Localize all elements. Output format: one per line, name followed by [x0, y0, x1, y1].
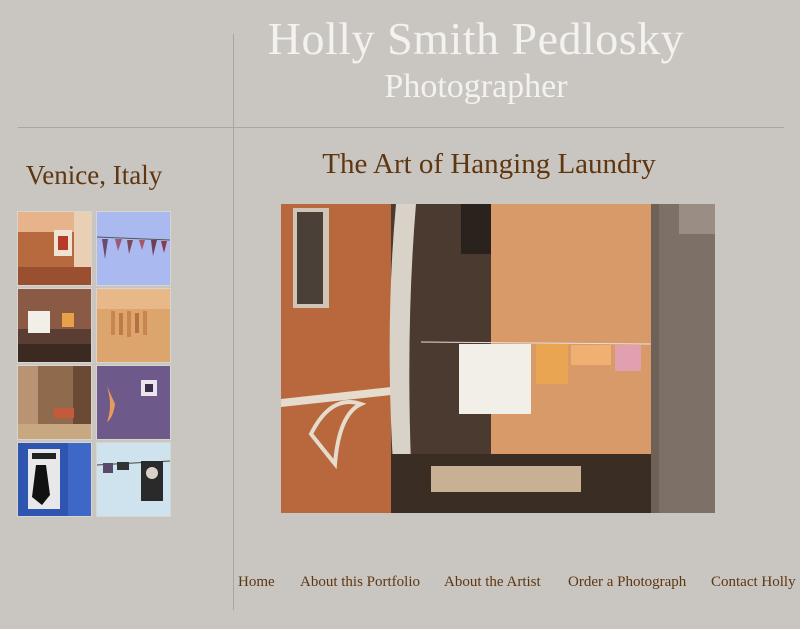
- nav-about-artist-link[interactable]: About the Artist: [444, 574, 541, 591]
- shrine-wall-image: [18, 212, 91, 285]
- nav-about-portfolio-link[interactable]: About this Portfolio: [300, 574, 420, 591]
- thumbnail-1[interactable]: [18, 212, 91, 285]
- thumbnail-6[interactable]: [97, 366, 170, 439]
- nav-home-link[interactable]: Home: [238, 574, 275, 591]
- thumbnail-8[interactable]: [96, 443, 171, 516]
- thumbnail-7[interactable]: [18, 443, 91, 516]
- horizontal-divider: [18, 127, 784, 128]
- footer-nav: Home About this Portfolio About the Arti…: [0, 574, 800, 596]
- laundry-sky-image: [96, 212, 171, 285]
- elvis-poster-image: [18, 443, 91, 516]
- nav-order-photograph-link[interactable]: Order a Photograph: [568, 574, 686, 591]
- gallery-section-title: Venice, Italy: [25, 160, 163, 190]
- site-title: Holly Smith Pedlosky: [267, 13, 685, 64]
- thumbnail-2[interactable]: [96, 212, 171, 285]
- thumbnail-3[interactable]: [18, 289, 91, 362]
- laundry-photo-image: [281, 204, 715, 513]
- street-cafe-image: [18, 366, 91, 439]
- site-subtitle: Photographer: [384, 68, 568, 105]
- main-photo: [281, 204, 715, 513]
- marilyn-poster-image: [96, 443, 171, 516]
- purple-wall-image: [97, 366, 170, 439]
- orange-wall-image: [97, 289, 170, 362]
- hanging-laundry-image: [18, 289, 91, 362]
- photo-title: The Art of Hanging Laundry: [322, 148, 656, 180]
- vertical-divider: [233, 34, 234, 610]
- thumbnail-4[interactable]: [97, 289, 170, 362]
- thumbnail-5[interactable]: [18, 366, 91, 439]
- nav-contact-link[interactable]: Contact Holly: [711, 574, 796, 591]
